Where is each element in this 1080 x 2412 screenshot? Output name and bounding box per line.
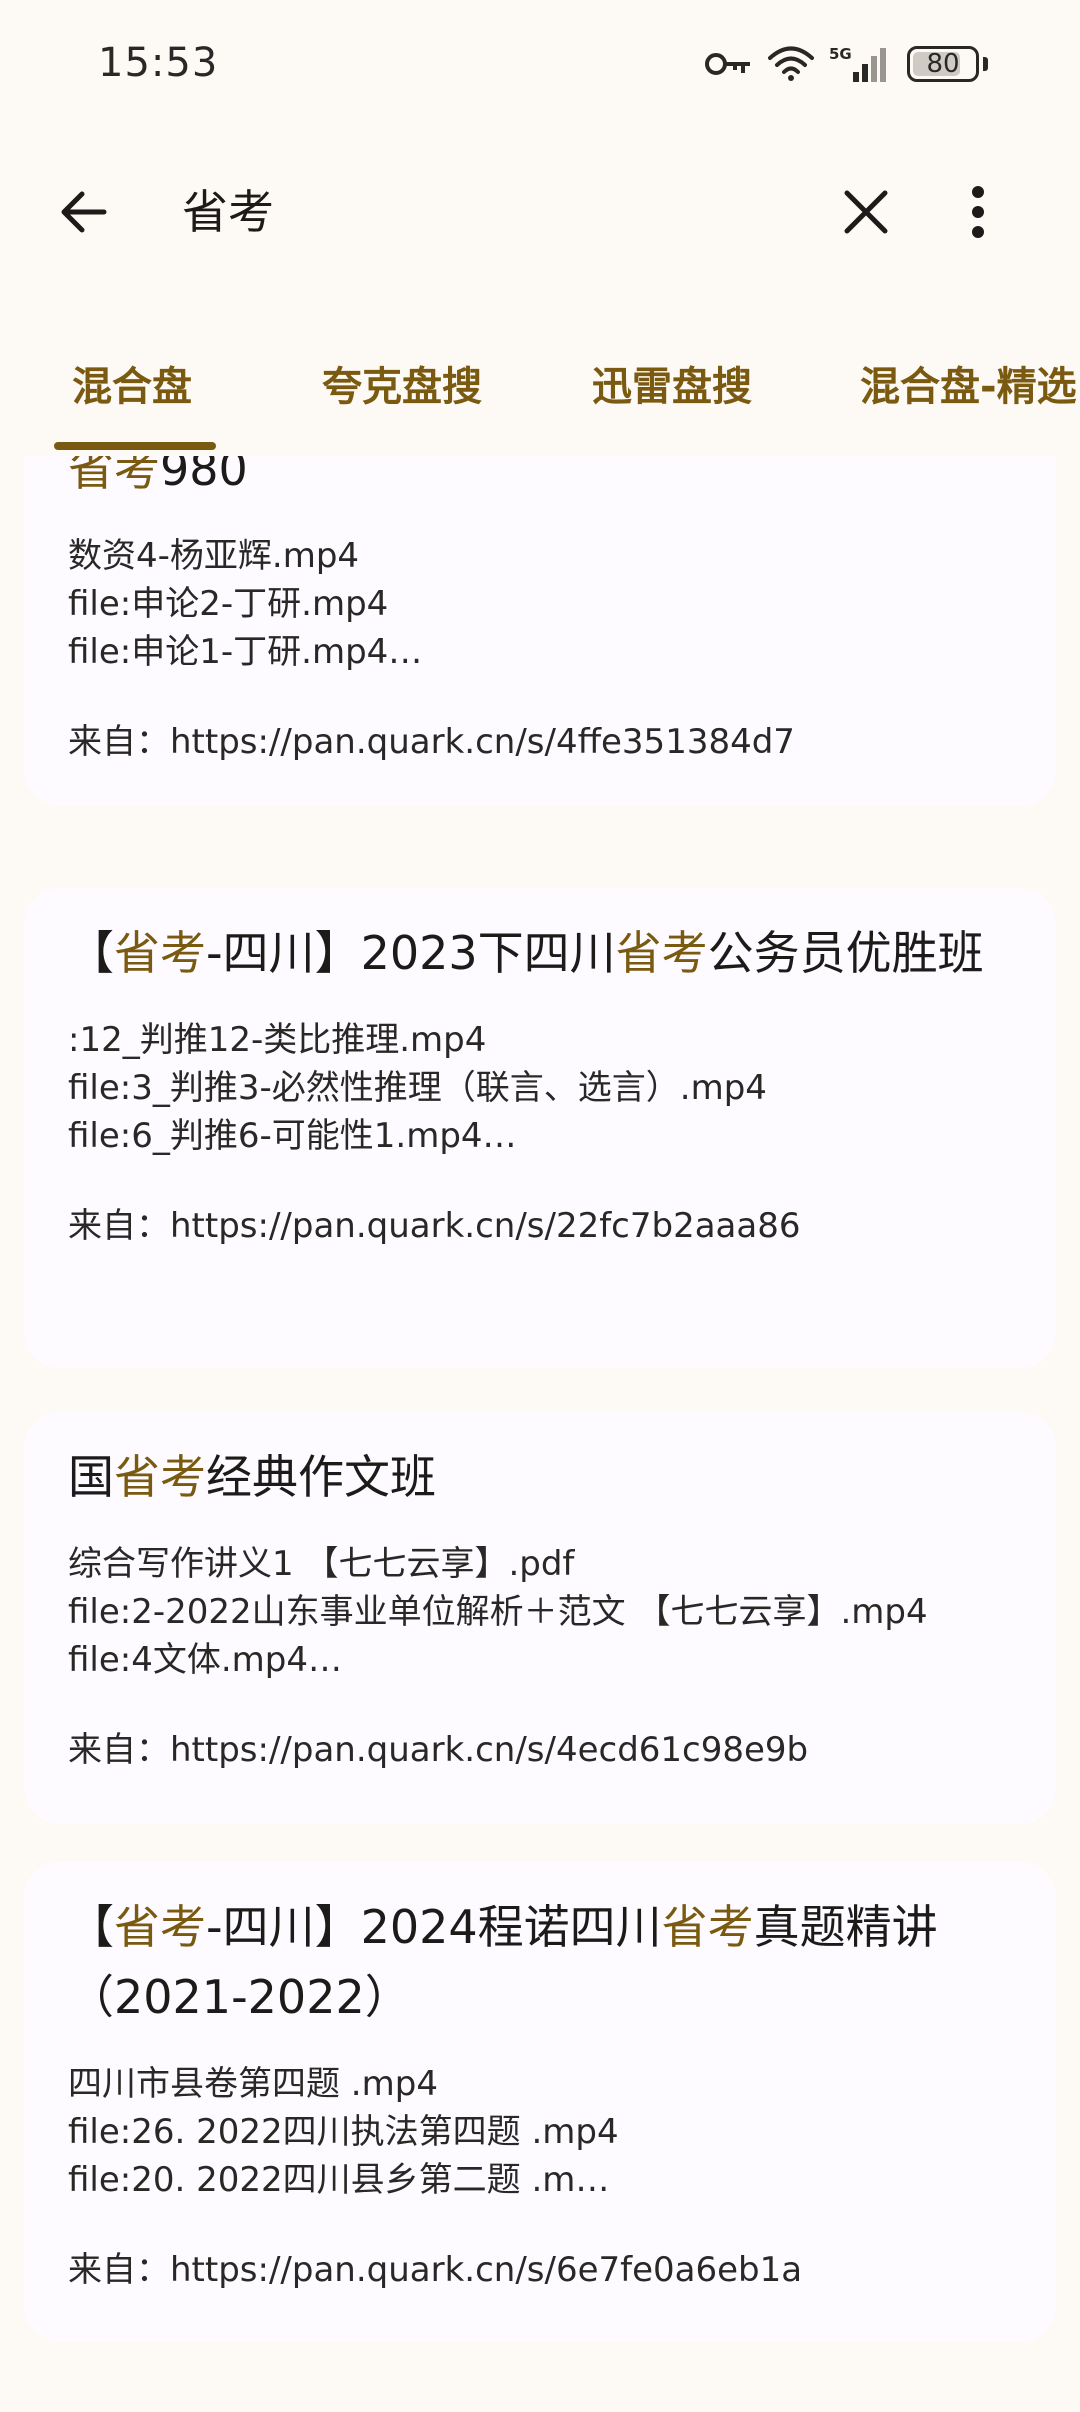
source-label: 来自： <box>68 722 170 762</box>
search-input[interactable] <box>182 182 782 236</box>
file-line: 四川市县卷第四题 .mp4 <box>68 2064 438 2104</box>
title-text: 国 <box>68 1450 114 1504</box>
file-line: file:6_判推6-可能性1.mp4… <box>68 1116 517 1156</box>
tab-mixed-featured[interactable]: 混合盘-精选 <box>860 354 1077 412</box>
source-label: 来自： <box>68 2250 170 2290</box>
page: 15:53 5G 80 省考 混合盘 夸克盘搜 迅雷盘搜 混合盘-精选 省考98… <box>0 0 1080 2412</box>
result-title: 国省考经典作文班 <box>68 1442 1012 1512</box>
title-keyword-highlight: 省考 <box>114 1900 206 1954</box>
title-text: 980 <box>160 456 248 496</box>
file-line: 综合写作讲义1 【七七云享】.pdf <box>68 1544 575 1584</box>
status-time: 15:53 <box>98 40 219 86</box>
result-source: 来自：https://pan.quark.cn/s/6e7fe0a6eb1a <box>68 2246 1012 2294</box>
file-line: file:2-2022山东事业单位解析＋范文 【七七云享】.mp4 <box>68 1592 928 1632</box>
result-files: 四川市县卷第四题 .mp4 file:26. 2022四川执法第四题 .mp4 … <box>68 2060 1012 2204</box>
result-card[interactable]: 国省考经典作文班 综合写作讲义1 【七七云享】.pdf file:2-2022山… <box>24 1412 1056 1824</box>
result-source: 来自：https://pan.quark.cn/s/22fc7b2aaa86 <box>68 1202 1012 1250</box>
title-keyword-highlight: 省考 <box>68 456 160 496</box>
file-line: file:4文体.mp4… <box>68 1640 343 1680</box>
battery-tip <box>983 57 988 71</box>
title-keyword-highlight: 省考 <box>615 926 708 980</box>
file-line: file:申论2-丁研.mp4 <box>68 584 389 624</box>
title-text: 【 <box>68 926 114 980</box>
source-url[interactable]: https://pan.quark.cn/s/4ecd61c98e9b <box>170 1730 808 1770</box>
source-label: 来自： <box>68 1206 170 1246</box>
tab-xunlei[interactable]: 迅雷盘搜 <box>592 354 752 412</box>
file-line: file:申论1-丁研.mp4… <box>68 632 423 672</box>
file-line: :12_判推12-类比推理.mp4 <box>68 1020 487 1060</box>
result-files: 综合写作讲义1 【七七云享】.pdf file:2-2022山东事业单位解析＋范… <box>68 1540 1012 1684</box>
file-line: 数资4-杨亚辉.mp4 <box>68 536 360 576</box>
title-text: 【 <box>68 1900 114 1954</box>
tab-mixed[interactable]: 混合盘 <box>72 354 192 412</box>
file-line: file:26. 2022四川执法第四题 .mp4 <box>68 2112 619 2152</box>
more-vert-icon <box>972 186 984 238</box>
title-keyword-highlight: 省考 <box>114 926 206 980</box>
title-keyword-highlight: 省考 <box>114 1450 206 1504</box>
source-url[interactable]: https://pan.quark.cn/s/4ffe351384d7 <box>170 722 795 762</box>
result-files: :12_判推12-类比推理.mp4 file:3_判推3-必然性推理（联言、选言… <box>68 1016 1012 1160</box>
title-text: -四川】2024程诺四川 <box>206 1900 662 1954</box>
source-tabs: 混合盘 夸克盘搜 迅雷盘搜 混合盘-精选 <box>0 300 1080 456</box>
signal-icon: 5G <box>829 44 893 84</box>
result-files: 数资4-杨亚辉.mp4 file:申论2-丁研.mp4 file:申论1-丁研.… <box>68 532 1012 676</box>
source-url[interactable]: https://pan.quark.cn/s/6e7fe0a6eb1a <box>170 2250 802 2290</box>
key-icon <box>703 49 753 79</box>
result-card[interactable]: 【省考-四川】2023下四川省考公务员优胜班 :12_判推12-类比推理.mp4… <box>24 888 1056 1368</box>
file-line: file:20. 2022四川县乡第二题 .m… <box>68 2160 610 2200</box>
results-list[interactable]: 省考980 数资4-杨亚辉.mp4 file:申论2-丁研.mp4 file:申… <box>0 456 1080 2412</box>
file-line: file:3_判推3-必然性推理（联言、选言）.mp4 <box>68 1068 767 1108</box>
status-bar: 15:53 5G 80 <box>0 0 1080 136</box>
back-button[interactable] <box>40 168 128 256</box>
battery-level: 80 <box>926 49 960 79</box>
more-options-button[interactable] <box>934 168 1022 256</box>
result-source: 来自：https://pan.quark.cn/s/4ecd61c98e9b <box>68 1726 1012 1774</box>
result-source: 来自：https://pan.quark.cn/s/4ffe351384d7 <box>68 718 1012 766</box>
network-label: 5G <box>829 45 852 63</box>
source-label: 来自： <box>68 1730 170 1770</box>
result-title: 省考980 <box>68 456 1012 504</box>
tab-indicator <box>54 442 216 450</box>
search-app-bar <box>0 136 1080 288</box>
wifi-icon <box>767 45 815 83</box>
result-card[interactable]: 省考980 数资4-杨亚辉.mp4 file:申论2-丁研.mp4 file:申… <box>24 456 1056 806</box>
title-keyword-highlight: 省考 <box>661 1900 754 1954</box>
title-text: 经典作文班 <box>206 1450 436 1504</box>
tab-quark[interactable]: 夸克盘搜 <box>322 354 482 412</box>
status-icons: 5G 80 <box>703 44 988 84</box>
result-title: 【省考-四川】2024程诺四川省考真题精讲（2021-2022） <box>68 1892 1012 2032</box>
title-text: -四川】2023下四川 <box>206 926 616 980</box>
battery-icon: 80 <box>907 46 979 82</box>
source-url[interactable]: https://pan.quark.cn/s/22fc7b2aaa86 <box>170 1206 801 1246</box>
result-title: 【省考-四川】2023下四川省考公务员优胜班 <box>68 918 1012 988</box>
clear-button[interactable] <box>822 168 910 256</box>
arrow-back-icon <box>61 191 107 233</box>
title-text: 公务员优胜班 <box>707 926 984 980</box>
close-icon <box>844 190 888 234</box>
result-card[interactable]: 【省考-四川】2024程诺四川省考真题精讲（2021-2022） 四川市县卷第四… <box>24 1862 1056 2342</box>
